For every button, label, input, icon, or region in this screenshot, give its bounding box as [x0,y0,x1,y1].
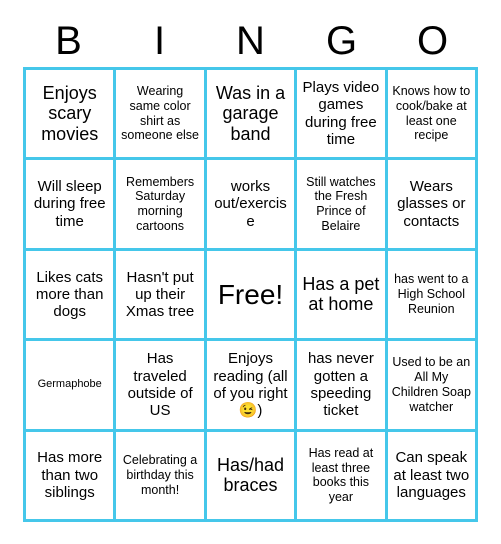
bingo-cell-r5c4[interactable]: Has read at least three books this year [297,431,385,519]
bingo-cell-r3c3[interactable]: Free! [206,250,295,339]
bingo-cell-label: has never gotten a speeding ticket [307,350,374,420]
bingo-cell-label: Was in a garage band [215,82,286,144]
bingo-cell-label: Will sleep during free time [33,178,106,230]
bingo-cell-r2c3[interactable]: works out/exercise [206,160,295,248]
bingo-cell-r1c3[interactable]: Was in a garage band [206,70,295,158]
bingo-cell-label: Has read at least three books this year [308,445,374,505]
bingo-cell-r4c3[interactable]: Enjoys reading (all of you right 😉) [206,341,295,429]
bingo-cell-r1c2[interactable]: Wearing same color shirt as someone else [116,70,204,158]
bingo-cell-r5c3[interactable]: Has/had braces [206,431,295,519]
bingo-header-letter-b: B [55,19,82,63]
bingo-cell-r1c5[interactable]: Knows how to cook/bake at least one reci… [387,70,475,158]
bingo-cell-label: Has a pet at home [302,273,380,315]
bingo-cell-r5c2[interactable]: Celebrating a birthday this month! [116,431,204,519]
bingo-cell-label: Remembers Saturday morning cartoons [126,174,195,233]
bingo-cell-label: Has more than two siblings [37,449,103,501]
bingo-cell-label: Hasn't put up their Xmas tree [125,268,195,321]
bingo-cell-r3c5[interactable]: has went to a High School Reunion [387,250,475,339]
bingo-cell-label: Has traveled outside of US [127,350,193,420]
bingo-cell-r4c2[interactable]: Has traveled outside of US [116,341,204,429]
bingo-cell-label: Celebrating a birthday this month! [122,453,198,497]
bingo-header-letter-n: N [236,19,265,63]
bingo-cell-r3c2[interactable]: Hasn't put up their Xmas tree [116,250,204,339]
bingo-cell-label: Plays video games during free time [302,79,380,148]
bingo-cell-label: has went to a High School Reunion [394,272,469,316]
bingo-cell-r1c1[interactable]: Enjoys scary movies [26,70,114,158]
bingo-cell-r4c5[interactable]: Used to be an All My Children Soap watch… [387,341,475,429]
bingo-cell-label: Germaphobe [37,378,102,391]
bingo-cell-r4c1[interactable]: Germaphobe [26,341,114,429]
bingo-cell-r2c5[interactable]: Wears glasses or contacts [387,160,475,248]
bingo-cell-label: Knows how to cook/bake at least one reci… [392,84,471,143]
bingo-cell-r5c5[interactable]: Can speak at least two languages [387,431,475,519]
bingo-cell-label: Wearing same color shirt as someone else [121,84,199,143]
bingo-grid: Enjoys scary movies Wearing same color sh… [23,67,478,522]
bingo-cell-label: Enjoys scary movies [41,82,99,144]
bingo-cell-label: Enjoys reading (all of you right 😉) [213,350,288,420]
bingo-cell-label: Has/had braces [216,454,285,496]
bingo-cell-label: Likes cats more than dogs [35,268,104,321]
bingo-cell-r3c1[interactable]: Likes cats more than dogs [26,250,114,339]
bingo-cell-label: Wears glasses or contacts [397,178,466,230]
bingo-cell-r3c4[interactable]: Has a pet at home [297,250,385,339]
bingo-header-row: B I N G O [23,18,478,64]
bingo-cell-r4c4[interactable]: has never gotten a speeding ticket [297,341,385,429]
bingo-cell-r1c4[interactable]: Plays video games during free time [297,70,385,158]
bingo-cell-label: Can speak at least two languages [393,449,470,501]
bingo-header-letter-i: I [153,19,166,63]
bingo-cell-r5c1[interactable]: Has more than two siblings [26,431,114,519]
bingo-cell-label: Used to be an All My Children Soap watch… [391,355,471,414]
bingo-card: B I N G O Enjoys scary movies Wearing sam… [0,0,501,544]
bingo-header-letter-o: O [416,19,449,63]
bingo-cell-r2c4[interactable]: Still watches the Fresh Prince of Belair… [297,160,385,248]
bingo-cell-r2c1[interactable]: Will sleep during free time [26,160,114,248]
bingo-cell-label: Free! [217,278,284,310]
bingo-cell-label: works out/exercise [214,178,287,230]
bingo-cell-label: Still watches the Fresh Prince of Belair… [306,174,376,233]
bingo-cell-r2c2[interactable]: Remembers Saturday morning cartoons [116,160,204,248]
bingo-header-letter-g: G [325,19,358,63]
